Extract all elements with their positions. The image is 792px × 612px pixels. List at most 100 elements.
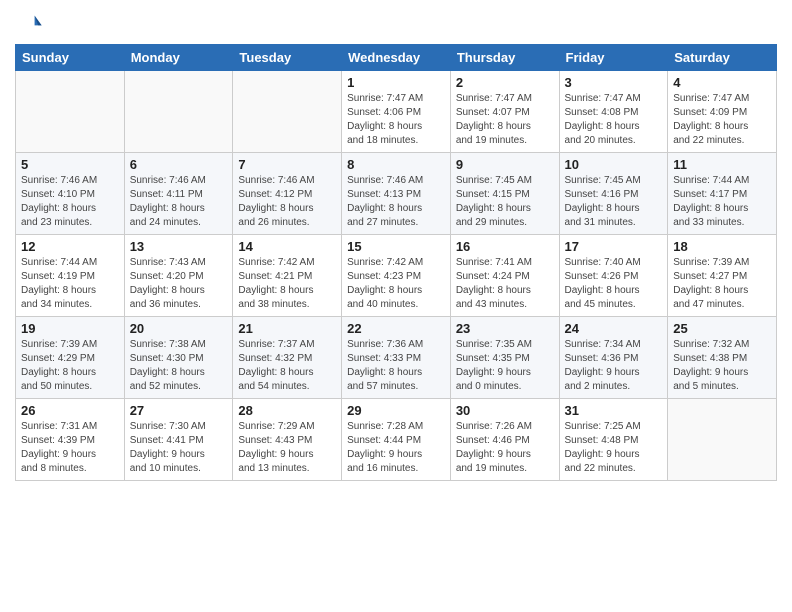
day-info: Sunrise: 7:42 AM Sunset: 4:21 PM Dayligh… — [238, 256, 336, 312]
day-number: 10 — [565, 157, 663, 172]
day-number: 2 — [456, 75, 554, 90]
calendar-cell: 20 Sunrise: 7:38 AM Sunset: 4:30 PM Dayli… — [124, 317, 233, 399]
calendar-cell: 19 Sunrise: 7:39 AM Sunset: 4:29 PM Dayli… — [16, 317, 125, 399]
logo-icon — [15, 10, 43, 38]
day-number: 20 — [130, 321, 228, 336]
calendar-weekday-saturday: Saturday — [668, 45, 777, 71]
day-number: 18 — [673, 239, 771, 254]
day-info: Sunrise: 7:45 AM Sunset: 4:15 PM Dayligh… — [456, 174, 554, 230]
day-number: 15 — [347, 239, 445, 254]
day-info: Sunrise: 7:28 AM Sunset: 4:44 PM Dayligh… — [347, 420, 445, 476]
day-number: 27 — [130, 403, 228, 418]
calendar-cell: 22 Sunrise: 7:36 AM Sunset: 4:33 PM Dayli… — [342, 317, 451, 399]
calendar-weekday-friday: Friday — [559, 45, 668, 71]
calendar-cell: 13 Sunrise: 7:43 AM Sunset: 4:20 PM Dayli… — [124, 235, 233, 317]
calendar-week-row: 12 Sunrise: 7:44 AM Sunset: 4:19 PM Dayli… — [16, 235, 777, 317]
calendar-cell: 8 Sunrise: 7:46 AM Sunset: 4:13 PM Daylig… — [342, 153, 451, 235]
day-info: Sunrise: 7:26 AM Sunset: 4:46 PM Dayligh… — [456, 420, 554, 476]
calendar-table: SundayMondayTuesdayWednesdayThursdayFrid… — [15, 44, 777, 481]
calendar-cell: 7 Sunrise: 7:46 AM Sunset: 4:12 PM Daylig… — [233, 153, 342, 235]
day-number: 12 — [21, 239, 119, 254]
day-number: 4 — [673, 75, 771, 90]
day-number: 22 — [347, 321, 445, 336]
day-info: Sunrise: 7:34 AM Sunset: 4:36 PM Dayligh… — [565, 338, 663, 394]
calendar-cell: 14 Sunrise: 7:42 AM Sunset: 4:21 PM Dayli… — [233, 235, 342, 317]
day-info: Sunrise: 7:46 AM Sunset: 4:12 PM Dayligh… — [238, 174, 336, 230]
day-number: 5 — [21, 157, 119, 172]
calendar-header-row: SundayMondayTuesdayWednesdayThursdayFrid… — [16, 45, 777, 71]
day-number: 13 — [130, 239, 228, 254]
calendar-week-row: 1Sunrise: 7:47 AM Sunset: 4:06 PM Daylig… — [16, 71, 777, 153]
calendar-cell: 16Sunrise: 7:41 AM Sunset: 4:24 PM Dayli… — [450, 235, 559, 317]
day-number: 8 — [347, 157, 445, 172]
day-number: 6 — [130, 157, 228, 172]
day-info: Sunrise: 7:42 AM Sunset: 4:23 PM Dayligh… — [347, 256, 445, 312]
calendar-cell: 10Sunrise: 7:45 AM Sunset: 4:16 PM Dayli… — [559, 153, 668, 235]
calendar-cell: 26Sunrise: 7:31 AM Sunset: 4:39 PM Dayli… — [16, 399, 125, 481]
day-info: Sunrise: 7:30 AM Sunset: 4:41 PM Dayligh… — [130, 420, 228, 476]
calendar-cell: 5 Sunrise: 7:46 AM Sunset: 4:10 PM Daylig… — [16, 153, 125, 235]
calendar-cell: 15 Sunrise: 7:42 AM Sunset: 4:23 PM Dayli… — [342, 235, 451, 317]
logo — [15, 10, 45, 38]
day-number: 28 — [238, 403, 336, 418]
calendar-cell: 4 Sunrise: 7:47 AM Sunset: 4:09 PM Daylig… — [668, 71, 777, 153]
day-number: 23 — [456, 321, 554, 336]
calendar-cell: 18 Sunrise: 7:39 AM Sunset: 4:27 PM Dayli… — [668, 235, 777, 317]
calendar-cell: 24Sunrise: 7:34 AM Sunset: 4:36 PM Dayli… — [559, 317, 668, 399]
day-number: 17 — [565, 239, 663, 254]
calendar-cell: 12 Sunrise: 7:44 AM Sunset: 4:19 PM Dayli… — [16, 235, 125, 317]
day-number: 25 — [673, 321, 771, 336]
day-info: Sunrise: 7:38 AM Sunset: 4:30 PM Dayligh… — [130, 338, 228, 394]
day-info: Sunrise: 7:35 AM Sunset: 4:35 PM Dayligh… — [456, 338, 554, 394]
day-info: Sunrise: 7:46 AM Sunset: 4:11 PM Dayligh… — [130, 174, 228, 230]
day-number: 31 — [565, 403, 663, 418]
calendar-weekday-tuesday: Tuesday — [233, 45, 342, 71]
day-info: Sunrise: 7:46 AM Sunset: 4:10 PM Dayligh… — [21, 174, 119, 230]
header — [15, 10, 777, 38]
day-number: 11 — [673, 157, 771, 172]
calendar-cell: 23 Sunrise: 7:35 AM Sunset: 4:35 PM Dayli… — [450, 317, 559, 399]
calendar-cell: 9 Sunrise: 7:45 AM Sunset: 4:15 PM Daylig… — [450, 153, 559, 235]
day-info: Sunrise: 7:44 AM Sunset: 4:19 PM Dayligh… — [21, 256, 119, 312]
day-number: 21 — [238, 321, 336, 336]
calendar-cell: 27 Sunrise: 7:30 AM Sunset: 4:41 PM Dayli… — [124, 399, 233, 481]
day-info: Sunrise: 7:47 AM Sunset: 4:06 PM Dayligh… — [347, 92, 445, 148]
day-info: Sunrise: 7:31 AM Sunset: 4:39 PM Dayligh… — [21, 420, 119, 476]
day-number: 16 — [456, 239, 554, 254]
day-info: Sunrise: 7:39 AM Sunset: 4:29 PM Dayligh… — [21, 338, 119, 394]
day-info: Sunrise: 7:25 AM Sunset: 4:48 PM Dayligh… — [565, 420, 663, 476]
calendar-cell: 1Sunrise: 7:47 AM Sunset: 4:06 PM Daylig… — [342, 71, 451, 153]
day-info: Sunrise: 7:39 AM Sunset: 4:27 PM Dayligh… — [673, 256, 771, 312]
calendar-cell — [16, 71, 125, 153]
calendar-cell — [668, 399, 777, 481]
day-number: 14 — [238, 239, 336, 254]
day-info: Sunrise: 7:36 AM Sunset: 4:33 PM Dayligh… — [347, 338, 445, 394]
day-info: Sunrise: 7:32 AM Sunset: 4:38 PM Dayligh… — [673, 338, 771, 394]
day-info: Sunrise: 7:47 AM Sunset: 4:07 PM Dayligh… — [456, 92, 554, 148]
calendar-week-row: 19 Sunrise: 7:39 AM Sunset: 4:29 PM Dayli… — [16, 317, 777, 399]
calendar-cell: 30 Sunrise: 7:26 AM Sunset: 4:46 PM Dayli… — [450, 399, 559, 481]
calendar-cell: 6 Sunrise: 7:46 AM Sunset: 4:11 PM Daylig… — [124, 153, 233, 235]
day-number: 3 — [565, 75, 663, 90]
calendar-cell: 25 Sunrise: 7:32 AM Sunset: 4:38 PM Dayli… — [668, 317, 777, 399]
calendar-weekday-thursday: Thursday — [450, 45, 559, 71]
calendar-cell: 21Sunrise: 7:37 AM Sunset: 4:32 PM Dayli… — [233, 317, 342, 399]
calendar-week-row: 26Sunrise: 7:31 AM Sunset: 4:39 PM Dayli… — [16, 399, 777, 481]
calendar-weekday-monday: Monday — [124, 45, 233, 71]
calendar-cell — [233, 71, 342, 153]
calendar-weekday-sunday: Sunday — [16, 45, 125, 71]
day-info: Sunrise: 7:43 AM Sunset: 4:20 PM Dayligh… — [130, 256, 228, 312]
day-info: Sunrise: 7:47 AM Sunset: 4:09 PM Dayligh… — [673, 92, 771, 148]
calendar-weekday-wednesday: Wednesday — [342, 45, 451, 71]
page-container: SundayMondayTuesdayWednesdayThursdayFrid… — [0, 0, 792, 486]
calendar-cell — [124, 71, 233, 153]
day-info: Sunrise: 7:47 AM Sunset: 4:08 PM Dayligh… — [565, 92, 663, 148]
day-info: Sunrise: 7:44 AM Sunset: 4:17 PM Dayligh… — [673, 174, 771, 230]
day-number: 19 — [21, 321, 119, 336]
day-info: Sunrise: 7:46 AM Sunset: 4:13 PM Dayligh… — [347, 174, 445, 230]
day-number: 9 — [456, 157, 554, 172]
day-number: 7 — [238, 157, 336, 172]
calendar-cell: 29Sunrise: 7:28 AM Sunset: 4:44 PM Dayli… — [342, 399, 451, 481]
day-number: 30 — [456, 403, 554, 418]
calendar-cell: 31 Sunrise: 7:25 AM Sunset: 4:48 PM Dayli… — [559, 399, 668, 481]
